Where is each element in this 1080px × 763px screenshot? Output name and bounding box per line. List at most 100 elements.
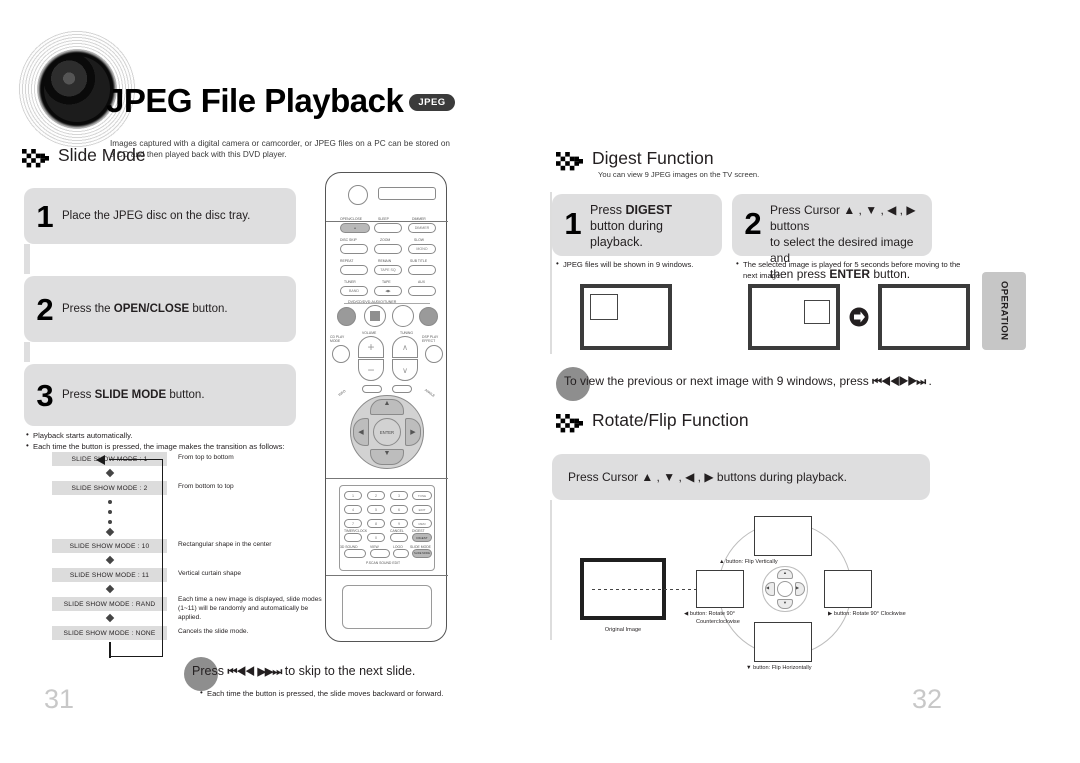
remote-button-open-close[interactable]: ▲ bbox=[340, 223, 370, 233]
remote-button-remain[interactable]: TAPE SQ bbox=[374, 265, 402, 275]
remote-dpad-left[interactable]: ◀ bbox=[353, 418, 369, 446]
remote-button-prev[interactable] bbox=[337, 307, 356, 326]
flow-loop-line bbox=[109, 459, 163, 657]
label-flip-vertically: ▲ button: Flip Vertically bbox=[719, 559, 778, 565]
remote-button-play-pause[interactable] bbox=[392, 305, 414, 327]
remote-stop-glyph-icon bbox=[370, 311, 380, 321]
page-number-right: 32 bbox=[912, 684, 943, 714]
remote-button-sound-edit[interactable]: EDIT bbox=[412, 505, 432, 514]
slide-mode-notes: Playback starts automatically. Each time… bbox=[26, 429, 336, 452]
digest-tip-line: To view the previous or next image with … bbox=[564, 374, 932, 389]
remote-volume-down[interactable]: − bbox=[358, 359, 384, 381]
dpad-up-icon: ▲ bbox=[783, 570, 787, 575]
remote-key-1[interactable]: 1 bbox=[344, 491, 362, 500]
flow-desc: Vertical curtain shape bbox=[178, 570, 242, 577]
remote-key-7[interactable]: 7 bbox=[344, 519, 362, 528]
step-text-before: Press the bbox=[62, 303, 114, 315]
remote-label-subtitle: SUB TITLE bbox=[410, 259, 428, 263]
remote-button-menu[interactable] bbox=[362, 385, 382, 393]
left-page-column: JPEG File Playback JPEG Images captured w… bbox=[0, 0, 520, 763]
step-number: 1 bbox=[36, 198, 54, 234]
flow-desc: Each time a new image is displayed, slid… bbox=[178, 596, 322, 621]
remote-dpad-up[interactable]: ▲ bbox=[370, 399, 404, 415]
step-line-1: Press Cursor ▲ , ▼ , ◀ , ▶ buttons bbox=[770, 203, 916, 233]
remote-label-bottom: P.SCAN SOUND EDIT bbox=[366, 561, 401, 565]
remote-button-subtitle[interactable] bbox=[408, 265, 436, 275]
remote-label-slide-mode: SLIDE MODE bbox=[410, 545, 431, 549]
remote-button-dimmer[interactable]: DIMMER bbox=[408, 223, 436, 233]
next-track-icon: ▶▶⏭ bbox=[898, 376, 927, 388]
remote-button-slide-mode[interactable]: SLIDE MODE bbox=[412, 549, 432, 558]
remote-key-3[interactable]: 3 bbox=[390, 491, 408, 500]
remote-button-cancel[interactable] bbox=[390, 533, 408, 542]
remote-dsp-effect[interactable] bbox=[425, 345, 443, 363]
remote-tuning-up[interactable]: ∧ bbox=[392, 336, 418, 358]
remote-button-3d-sound[interactable] bbox=[344, 549, 366, 558]
flow-desc: Rectangular shape in the center bbox=[178, 541, 272, 548]
label-flip-horizontally: ▼ button: Flip Horizontally bbox=[746, 665, 812, 671]
section-subtitle: You can view 9 JPEG images on the TV scr… bbox=[598, 170, 760, 179]
remote-button-zoom[interactable] bbox=[374, 244, 402, 254]
note-item: Each time the button is pressed, the sli… bbox=[200, 687, 500, 699]
tv-screen-digest-1 bbox=[580, 284, 672, 350]
remote-cd-play-mode[interactable] bbox=[332, 345, 350, 363]
remote-label-cancel: CANCEL bbox=[390, 529, 404, 533]
remote-button-sleep[interactable] bbox=[374, 223, 402, 233]
side-tab-label: OPERATION bbox=[998, 281, 1010, 341]
remote-divider-3 bbox=[326, 575, 448, 576]
remote-button-tuner-memory[interactable]: MEM bbox=[412, 519, 432, 528]
remote-label-cd-play-mode: CD PLAY MODE bbox=[330, 335, 345, 343]
digest-tip-after: . bbox=[925, 374, 932, 388]
remote-button-timer-clock[interactable] bbox=[344, 533, 362, 542]
title-block: JPEG File Playback JPEG Images captured w… bbox=[18, 30, 498, 159]
remote-button-aux[interactable] bbox=[408, 286, 436, 296]
remote-button-slow[interactable]: MONO bbox=[408, 244, 436, 254]
skip-tip-before: Press bbox=[192, 664, 228, 678]
remote-label-aux: AUX bbox=[418, 280, 425, 284]
remote-key-0[interactable]: 0 bbox=[367, 533, 385, 542]
remote-dpad-down[interactable]: ▼ bbox=[370, 449, 404, 465]
remote-enter-button[interactable]: ENTER bbox=[373, 418, 401, 446]
remote-button-tone-control[interactable]: TONE bbox=[412, 491, 432, 500]
remote-key-9[interactable]: 9 bbox=[390, 519, 408, 528]
dpad-enter-hub bbox=[777, 581, 793, 597]
remote-key-8[interactable]: 8 bbox=[367, 519, 385, 528]
checkered-arrow-icon bbox=[556, 152, 583, 171]
note-item: JPEG files will be shown in 9 windows. bbox=[556, 258, 696, 270]
step-connector-1 bbox=[24, 244, 30, 274]
remote-label-remain: REMAIN bbox=[378, 259, 392, 263]
note-item: The selected image is played for 5 secon… bbox=[736, 258, 976, 281]
remote-key-4[interactable]: 4 bbox=[344, 505, 362, 514]
remote-label-zoom: ZOOM bbox=[380, 238, 391, 242]
rotate-flip-left-rule bbox=[550, 500, 552, 640]
remote-button-digest[interactable]: DIGEST bbox=[412, 533, 432, 542]
remote-button-next[interactable] bbox=[419, 307, 438, 326]
remote-label-slow: SLOW bbox=[414, 238, 424, 242]
digest-step-1: 1 Press DIGEST button during playback. bbox=[552, 194, 722, 256]
remote-label-timer-clock: TIMER/CLOCK bbox=[344, 529, 368, 533]
remote-button-view[interactable] bbox=[370, 549, 390, 558]
remote-bottom-panel bbox=[342, 585, 432, 629]
remote-label-info: INFO bbox=[337, 389, 347, 397]
remote-label-open-close: OPEN/CLOSE bbox=[340, 217, 363, 221]
remote-button-tuner[interactable]: BAND bbox=[340, 286, 368, 296]
remote-button-logo[interactable] bbox=[393, 549, 409, 558]
remote-label-repeat: REPEAT bbox=[340, 259, 354, 263]
remote-button-disc-skip[interactable] bbox=[340, 244, 368, 254]
dpad-right-icon: ▶ bbox=[796, 585, 800, 590]
jpeg-format-badge: JPEG bbox=[409, 94, 455, 111]
remote-key-6[interactable]: 6 bbox=[390, 505, 408, 514]
remote-volume-up[interactable]: + bbox=[358, 336, 384, 358]
dpad-left-icon: ◀ bbox=[766, 585, 770, 590]
step-text-bold: OPEN/CLOSE bbox=[113, 303, 190, 315]
step-line-1-bold: DIGEST bbox=[625, 203, 672, 217]
remote-button-repeat[interactable] bbox=[340, 265, 368, 275]
remote-key-5[interactable]: 5 bbox=[367, 505, 385, 514]
tv-selected-thumbnail bbox=[590, 294, 618, 320]
skip-note-list: Each time the button is pressed, the sli… bbox=[200, 687, 500, 699]
remote-button-return[interactable] bbox=[392, 385, 412, 393]
remote-label-dsp-effect: DSP PLAY EFFECT bbox=[422, 335, 439, 343]
remote-key-2[interactable]: 2 bbox=[367, 491, 385, 500]
remote-tuning-down[interactable]: ∨ bbox=[392, 359, 418, 381]
remote-button-tape[interactable]: ◀▶ bbox=[374, 286, 402, 296]
